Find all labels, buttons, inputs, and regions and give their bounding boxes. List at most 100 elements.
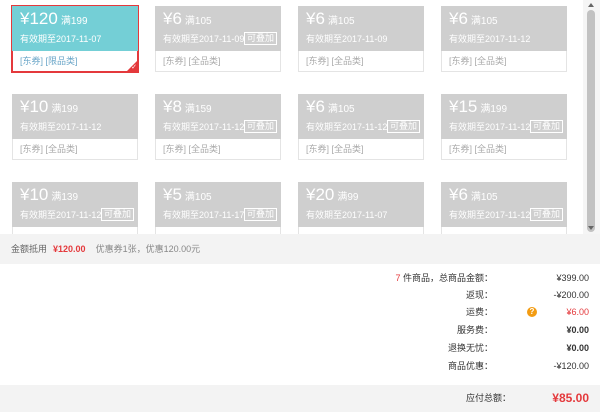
- coupon-face: ¥120 满199 有效期至2017-11-07: [12, 6, 138, 51]
- coupon-face: ¥10 满139 有效期至2017-11-12 可叠加: [12, 182, 138, 227]
- coupon-card[interactable]: ¥6 满105 有效期至2017-11-12 可叠加: [441, 182, 567, 234]
- service-label: 服务费：: [456, 325, 493, 335]
- deduct-amount: ¥120.00: [53, 244, 86, 254]
- coupon-expire: 有效期至2017-11-12: [306, 122, 388, 132]
- coupon-condition: 满105: [470, 16, 498, 27]
- coupon-face: ¥5 满105 有效期至2017-11-17 可叠加: [155, 182, 281, 227]
- coupon-face: ¥6 满105 有效期至2017-11-12 可叠加: [298, 94, 424, 139]
- coupon-tags: [东券] [全品类]: [155, 139, 281, 160]
- coupon-amount-value: ¥8: [163, 97, 182, 116]
- coupon-stackable-badge: 可叠加: [529, 120, 563, 133]
- coupon-stackable-badge: 可叠加: [529, 208, 563, 221]
- coupon-condition: 满199: [480, 104, 508, 115]
- deduct-detail: 优惠券1张，优惠120.00元: [95, 244, 201, 254]
- coupon-condition: 满99: [337, 192, 359, 203]
- coupon-condition: 满105: [184, 16, 212, 27]
- coupon-tags: [东券] [全品类]: [441, 139, 567, 160]
- coupon-amount-value: ¥120: [20, 9, 58, 28]
- coupon-list: ¥120 满199 有效期至2017-11-07 [东券] [限品类] ✓ ¥6 满105 有…: [0, 0, 580, 234]
- coupon-amount: ¥6 满105: [163, 9, 212, 32]
- coupon-expire: 有效期至2017-11-12: [449, 34, 531, 44]
- coupon-expire: 有效期至2017-11-12: [20, 210, 102, 220]
- coupon-face: ¥20 满99 有效期至2017-11-07: [298, 182, 424, 227]
- freight-value: ¥6.00: [566, 307, 589, 317]
- coupon-card[interactable]: ¥10 满199 有效期至2017-11-12 [东券] [全品类]: [12, 94, 138, 160]
- coupon-deduct-bar: 金额抵用 ¥120.00 优惠券1张，优惠120.00元: [0, 234, 600, 264]
- return-label: 退换无忧：: [447, 343, 493, 353]
- coupon-face: ¥8 满159 有效期至2017-11-12 可叠加: [155, 94, 281, 139]
- coupon-amount: ¥6 满105: [306, 97, 355, 120]
- coupon-card[interactable]: ¥6 满105 有效期至2017-11-12 [东券] [全品类]: [441, 6, 567, 72]
- coupon-card[interactable]: ¥10 满139 有效期至2017-11-12 可叠加: [12, 182, 138, 234]
- coupon-face: ¥6 满105 有效期至2017-11-09 可叠加: [155, 6, 281, 51]
- coupon-face: ¥10 满199 有效期至2017-11-12: [12, 94, 138, 139]
- coupon-amount-value: ¥10: [20, 185, 49, 204]
- coupon-amount: ¥120 满199: [20, 9, 88, 32]
- coupon-stackable-badge: 可叠加: [100, 208, 134, 221]
- items-count: 7: [395, 273, 401, 283]
- coupon-condition: 满105: [327, 104, 355, 115]
- coupon-stackable-badge: 可叠加: [243, 120, 277, 133]
- scroll-up-arrow-icon[interactable]: [588, 3, 594, 7]
- items-label: 件商品，总商品金额：: [402, 273, 493, 283]
- coupon-amount: ¥15 满199: [449, 97, 507, 120]
- coupon-condition: 满105: [327, 16, 355, 27]
- coupon-amount: ¥10 满199: [20, 97, 78, 120]
- coupon-card[interactable]: ¥15 满199 有效期至2017-11-12 可叠加 [东券] [全品类]: [441, 94, 567, 160]
- coupon-card[interactable]: ¥6 满105 有效期至2017-11-12 可叠加 [东券] [全品类]: [298, 94, 424, 160]
- coupon-card[interactable]: ¥6 满105 有效期至2017-11-09 [东券] [全品类]: [298, 6, 424, 72]
- coupon-list-scrollbar[interactable]: [583, 0, 600, 234]
- coupon-amount-value: ¥6: [449, 9, 468, 28]
- coupon-stackable-badge: 可叠加: [386, 120, 420, 133]
- scroll-down-arrow-icon[interactable]: [588, 226, 594, 230]
- return-value: ¥0.00: [566, 343, 589, 353]
- scroll-thumb[interactable]: [587, 10, 595, 232]
- coupon-tags: [东券] [全品类]: [298, 51, 424, 72]
- coupon-tags: [东券] [全品类]: [441, 51, 567, 72]
- coupon-expire: 有效期至2017-11-12: [449, 122, 531, 132]
- coupon-card[interactable]: ¥20 满99 有效期至2017-11-07: [298, 182, 424, 234]
- coupon-face: ¥15 满199 有效期至2017-11-12 可叠加: [441, 94, 567, 139]
- coupon-condition: 满105: [470, 192, 498, 203]
- coupon-card[interactable]: ¥120 满199 有效期至2017-11-07 [东券] [限品类] ✓: [11, 5, 139, 73]
- discount-label: 商品优惠：: [447, 361, 493, 371]
- coupon-tags: [东券] [全品类]: [298, 139, 424, 160]
- coupon-amount: ¥6 满105: [449, 185, 498, 208]
- coupon-condition: 满139: [51, 192, 79, 203]
- coupon-expire: 有效期至2017-11-12: [163, 122, 245, 132]
- coupon-amount-value: ¥6: [449, 185, 468, 204]
- coupon-amount-value: ¥10: [20, 97, 49, 116]
- coupon-card[interactable]: ¥5 满105 有效期至2017-11-17 可叠加: [155, 182, 281, 234]
- coupon-card[interactable]: ¥8 满159 有效期至2017-11-12 可叠加 [东券] [全品类]: [155, 94, 281, 160]
- coupon-amount-value: ¥6: [306, 97, 325, 116]
- coupon-amount-value: ¥6: [163, 9, 182, 28]
- total-value: ¥85.00: [552, 391, 589, 405]
- coupon-tags: [东券] [全品类]: [155, 51, 281, 72]
- coupon-tags: [东券] [限品类]: [12, 51, 138, 72]
- coupon-card[interactable]: ¥6 满105 有效期至2017-11-09 可叠加 [东券] [全品类]: [155, 6, 281, 72]
- coupon-expire: 有效期至2017-11-12: [449, 210, 531, 220]
- coupon-tags: [298, 227, 424, 234]
- discount-value: -¥120.00: [553, 361, 589, 371]
- coupon-amount-value: ¥15: [449, 97, 478, 116]
- check-icon: ✓: [131, 64, 137, 71]
- freight-label: 运费：: [465, 307, 493, 317]
- coupon-amount: ¥8 满159: [163, 97, 212, 120]
- coupon-amount: ¥20 满99: [306, 185, 359, 208]
- deduct-label: 金额抵用: [11, 244, 48, 254]
- coupon-condition: 满199: [51, 104, 79, 115]
- coupon-expire: 有效期至2017-11-07: [20, 34, 102, 44]
- coupon-amount: ¥6 满105: [306, 9, 355, 32]
- coupon-condition: 满159: [184, 104, 212, 115]
- coupon-stackable-badge: 可叠加: [243, 208, 277, 221]
- coupon-condition: 满105: [184, 192, 212, 203]
- coupon-face: ¥6 满105 有效期至2017-11-09: [298, 6, 424, 51]
- coupon-expire: 有效期至2017-11-17: [163, 210, 245, 220]
- rebate-value: -¥200.00: [553, 290, 589, 300]
- coupon-expire: 有效期至2017-11-09: [163, 34, 245, 44]
- coupon-tags: [东券] [全品类]: [12, 139, 138, 160]
- coupon-face: ¥6 满105 有效期至2017-11-12 可叠加: [441, 182, 567, 227]
- items-value: ¥399.00: [556, 273, 589, 283]
- coupon-amount: ¥5 满105: [163, 185, 212, 208]
- rebate-label: 返现：: [465, 290, 493, 300]
